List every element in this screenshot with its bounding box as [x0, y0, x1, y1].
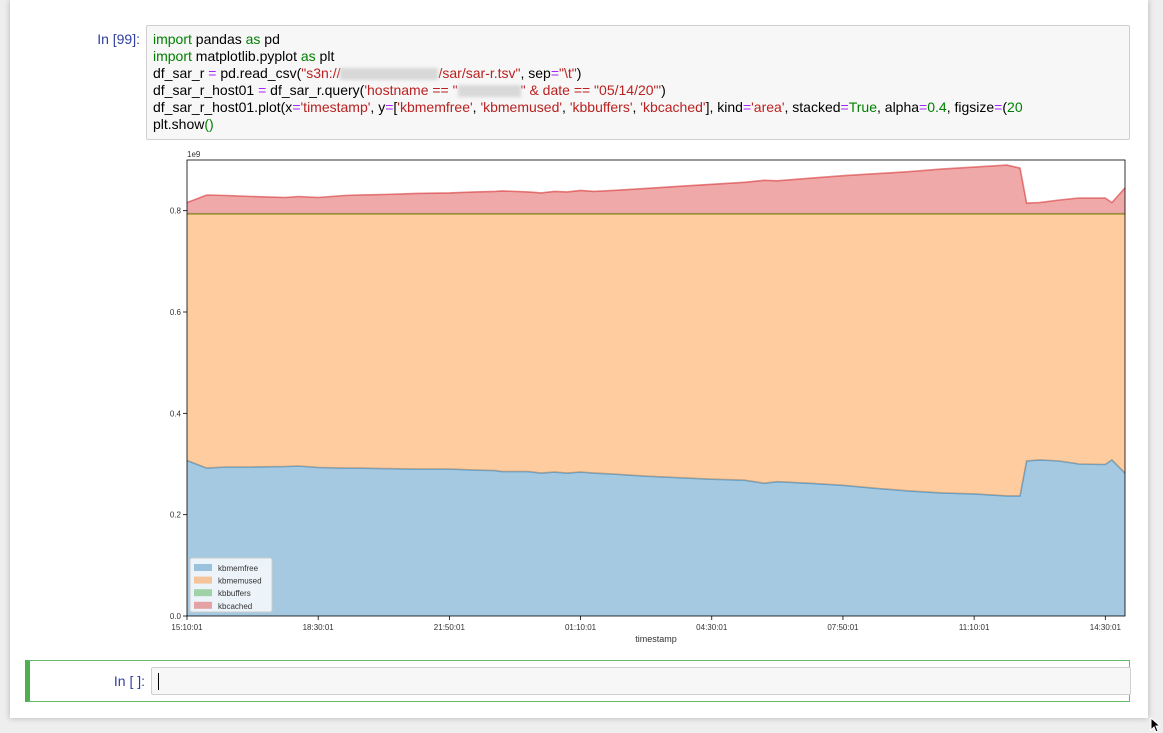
mouse-pointer-icon — [1150, 717, 1162, 733]
code-input[interactable] — [151, 667, 1131, 695]
code-line: import matplotlib.pyplot as plt — [153, 48, 1023, 65]
y-axis-offset-label: 1e9 — [187, 150, 201, 159]
code-token: = — [840, 99, 849, 115]
code-token: 'kbmemfree' — [397, 99, 473, 115]
code-token: 20 — [1007, 99, 1023, 115]
x-axis-label: timestamp — [635, 634, 677, 644]
chart-areas — [186, 164, 1126, 616]
code-line: df_sar_r_host01.plot(x='timestamp', y=['… — [153, 99, 1023, 116]
code-token: , y — [370, 99, 386, 115]
code-token: df_sar_r_host01.plot(x — [153, 99, 293, 115]
code-token: , sep — [520, 65, 551, 81]
code-token: plt — [315, 48, 335, 64]
code-token: /sar/sar-r.tsv" — [438, 65, 521, 81]
area-kbcached — [187, 165, 1125, 214]
code-lines: import pandas as pd import matplotlib.pyp… — [153, 31, 1023, 133]
code-token: as — [300, 48, 316, 64]
legend-swatch-kbmemused — [194, 576, 212, 584]
cell-prompt-empty: In [ ]: — [113, 673, 145, 689]
x-tick-label: 14:30:01 — [1090, 623, 1122, 632]
y-tick-label: 0.2 — [170, 511, 182, 520]
code-token: df_sar_r — [153, 65, 209, 81]
notebook-page: In [99]: import pandas as pd import matpl… — [10, 0, 1148, 718]
code-token: 'kbcached' — [640, 99, 706, 115]
x-tick-label: 11:10:01 — [959, 623, 990, 632]
x-tick-label: 01:10:01 — [565, 623, 597, 632]
code-token: ], kind — [705, 99, 743, 115]
code-token: , alpha — [877, 99, 920, 115]
legend-swatch-kbmemfree — [194, 564, 212, 571]
code-token: df_sar_r.query( — [266, 82, 365, 98]
code-token: df_sar_r_host01 — [153, 82, 259, 98]
code-token: ) — [576, 65, 582, 81]
code-token: 0.4 — [927, 99, 947, 115]
empty-code-cell[interactable]: In [ ]: — [25, 660, 1131, 702]
redacted-text: xxxxxxxxx — [457, 85, 521, 98]
code-token: pd.read_csv( — [216, 65, 302, 81]
code-token: ) — [661, 82, 666, 98]
redacted-text: xxxxxxxxxxxxxx — [340, 68, 439, 81]
legend-label: kbmemfree — [218, 564, 259, 573]
y-tick-label: 0.4 — [170, 409, 182, 418]
legend-swatch-kbbuffers — [194, 589, 212, 597]
code-token: as — [245, 31, 261, 47]
code-token: = — [742, 99, 752, 115]
code-token: 'hostname == " — [364, 82, 458, 98]
code-token: matplotlib.pyplot — [191, 48, 301, 64]
y-tick-label: 0.8 — [170, 207, 182, 216]
code-token: "s3n:// — [301, 65, 341, 81]
x-tick-label: 18:30:01 — [303, 623, 335, 632]
code-line: df_sar_r = pd.read_csv("s3n://xxxxxxxxxx… — [153, 65, 1023, 82]
code-token: , — [562, 99, 570, 115]
code-token: 'kbbuffers' — [569, 99, 633, 115]
code-token: = — [292, 99, 301, 115]
code-token: pandas — [191, 31, 246, 47]
x-tick-label: 15:10:01 — [171, 623, 203, 632]
x-tick-label: 21:50:01 — [434, 623, 466, 632]
x-tick-label: 07:50:01 — [827, 623, 859, 632]
code-line: import pandas as pd — [153, 31, 1023, 48]
chart-legend: kbmemfree kbmemused kbbuffers kbcached — [189, 557, 273, 613]
code-token: , stacked — [784, 99, 841, 115]
area-kbmemused — [187, 214, 1125, 496]
code-token: import — [153, 48, 192, 64]
code-token: = — [919, 99, 928, 115]
code-token: 'timestamp' — [300, 99, 371, 115]
legend-label: kbcached — [218, 602, 252, 611]
code-token: = — [550, 65, 560, 81]
code-token: "\t" — [559, 65, 577, 81]
code-token: pd — [260, 31, 280, 47]
code-token: 'area' — [751, 99, 785, 115]
code-line: plt.show() — [153, 116, 1023, 133]
code-token: plt.show — [153, 116, 205, 132]
code-token: import — [153, 31, 192, 47]
code-token: () — [204, 116, 214, 132]
code-token: 'kbmemused' — [480, 99, 563, 115]
y-axis-ticks: 0.0 0.2 0.4 0.6 0.8 — [170, 207, 187, 621]
cell-prompt-executed: In [99]: — [97, 31, 140, 47]
code-token: " & date == "05/14/20"' — [520, 82, 662, 98]
legend-label: kbbuffers — [218, 589, 251, 598]
y-tick-label: 0.6 — [170, 308, 182, 317]
code-line: df_sar_r_host01 = df_sar_r.query('hostna… — [153, 82, 1023, 99]
area-chart: 0.0 0.2 0.4 0.6 0.8 15:10:01 18:30:01 21:50:01… — [170, 150, 1126, 644]
legend-swatch-kbcached — [194, 601, 212, 609]
code-cell-editor[interactable]: import pandas as pd import matplotlib.pyp… — [146, 25, 1130, 140]
x-axis-ticks: 15:10:01 18:30:01 21:50:01 01:10:01 04:30:01… — [171, 616, 1121, 632]
code-token: , figsize — [946, 99, 995, 115]
legend-label: kbmemused — [218, 577, 262, 586]
y-tick-label: 0.0 — [170, 612, 182, 621]
x-tick-label: 04:30:01 — [696, 623, 728, 632]
code-token: True — [848, 99, 877, 115]
text-cursor — [158, 673, 159, 690]
